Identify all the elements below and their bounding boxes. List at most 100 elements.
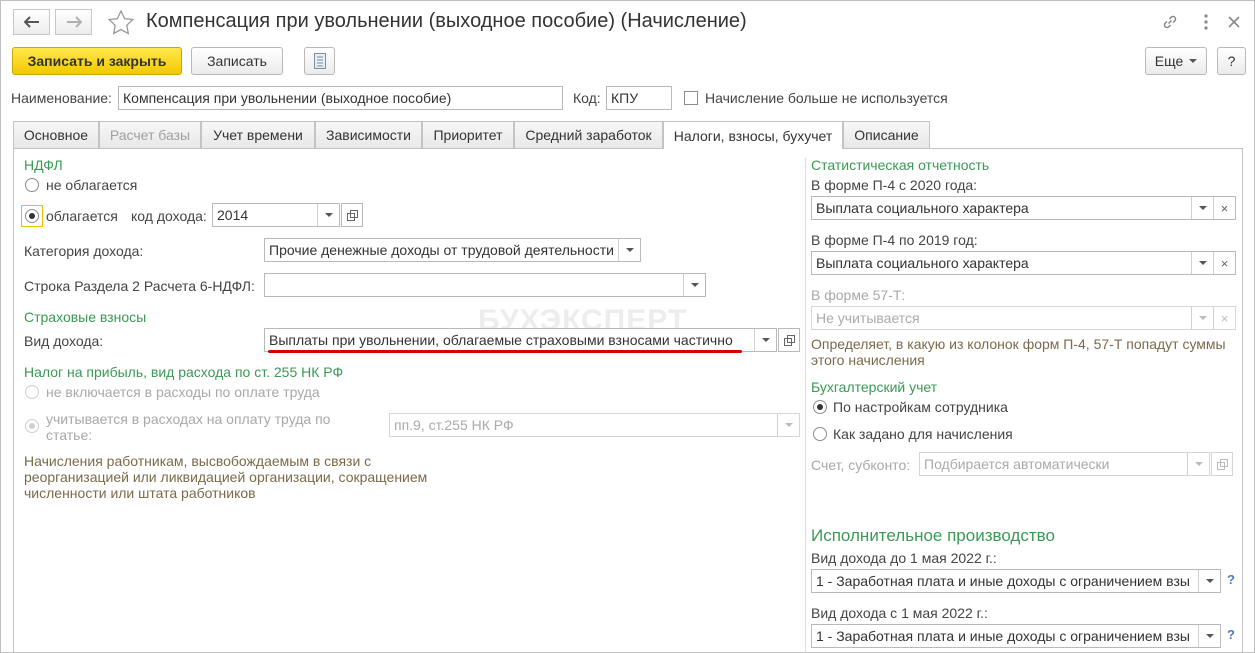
tab-dependencies[interactable]: Зависимости xyxy=(315,121,422,148)
accrual-note-line2: реорганизацией или ликвидацией организац… xyxy=(24,469,428,485)
stat-section-title: Статистическая отчетность xyxy=(811,157,990,173)
tab-description[interactable]: Описание xyxy=(843,121,930,148)
stat-note-line1: Определяет, в какую из колонок форм П-4,… xyxy=(811,336,1226,352)
acc-by-employee-label: По настройкам сотрудника xyxy=(833,399,1008,415)
p4-2019-value: Выплата социального характера xyxy=(816,255,1029,271)
back-button[interactable] xyxy=(13,9,50,35)
tab-taxes[interactable]: Налоги, взносы, бухучет xyxy=(663,121,843,149)
exec-after-help-icon[interactable]: ? xyxy=(1227,627,1235,642)
chevron-down-icon[interactable] xyxy=(1198,570,1220,592)
p4-2020-select[interactable]: Выплата социального характера × xyxy=(811,196,1236,220)
included-label-line1: учитывается в расходах на оплату труда п… xyxy=(46,411,331,427)
chevron-down-icon[interactable] xyxy=(1191,252,1213,274)
save-button[interactable]: Записать xyxy=(191,47,283,75)
income-type-label: Вид дохода: xyxy=(24,333,104,349)
exec-before-select[interactable]: 1 - Заработная плата и иные доходы с огр… xyxy=(811,569,1221,593)
acc-by-employee-radio[interactable] xyxy=(813,400,827,414)
income-code-open-button[interactable] xyxy=(341,203,363,227)
chevron-down-icon[interactable] xyxy=(777,414,799,436)
income-category-select[interactable]: Прочие денежные доходы от трудовой деяте… xyxy=(264,238,641,262)
chevron-down-icon xyxy=(1189,59,1198,63)
tab-time-accounting[interactable]: Учет времени xyxy=(201,121,315,148)
stat-note-line2: этого начисления xyxy=(811,352,925,368)
f57-select[interactable]: Не учитывается × xyxy=(811,306,1236,330)
favorite-star-icon[interactable] xyxy=(107,9,135,40)
income-code-value: 2014 xyxy=(217,207,249,223)
code-label: Код: xyxy=(573,90,601,106)
account-open-button[interactable] xyxy=(1211,452,1233,476)
code-input[interactable]: КПУ xyxy=(606,86,672,110)
exec-before-value: 1 - Заработная плата и иные доходы с огр… xyxy=(816,573,1190,589)
ndfl-taxed-radio[interactable] xyxy=(25,209,39,223)
exec-after-value: 1 - Заработная плата и иные доходы с огр… xyxy=(816,628,1190,644)
open-window-icon xyxy=(1217,459,1228,470)
link-icon[interactable] xyxy=(1160,12,1180,32)
tab-average-earnings[interactable]: Средний заработок xyxy=(514,121,663,148)
income-code-select[interactable]: 2014 xyxy=(212,203,340,227)
accrual-note-line3: численности или штата работников xyxy=(24,485,256,501)
chevron-down-icon[interactable] xyxy=(1191,307,1213,329)
included-radio[interactable] xyxy=(25,419,39,433)
tab-priority[interactable]: Приоритет xyxy=(422,121,514,148)
unused-checkbox[interactable] xyxy=(684,91,698,105)
chevron-down-icon[interactable] xyxy=(754,329,776,351)
tab-base-calc[interactable]: Расчет базы xyxy=(99,121,201,148)
clear-icon[interactable]: × xyxy=(1213,307,1235,329)
open-window-icon xyxy=(784,335,795,346)
line6-label: Строка Раздела 2 Расчета 6-НДФЛ: xyxy=(24,278,255,294)
exec-before-label: Вид дохода до 1 мая 2022 г.: xyxy=(811,550,997,566)
open-window-icon xyxy=(347,210,358,221)
accounting-section-title: Бухгалтерский учет xyxy=(811,379,938,395)
exec-after-select[interactable]: 1 - Заработная плата и иные доходы с огр… xyxy=(811,624,1221,648)
chevron-down-icon[interactable] xyxy=(317,204,339,226)
exec-before-help-icon[interactable]: ? xyxy=(1227,572,1235,587)
line6-select[interactable] xyxy=(264,273,706,297)
income-category-value: Прочие денежные доходы от трудовой деяте… xyxy=(269,242,614,258)
f57-value: Не учитывается xyxy=(816,310,920,326)
ndfl-not-taxed-radio[interactable] xyxy=(25,178,39,192)
income-type-select[interactable]: Выплаты при увольнении, облагаемые страх… xyxy=(264,328,777,352)
chevron-down-icon[interactable] xyxy=(1191,197,1213,219)
more-vertical-icon[interactable] xyxy=(1196,12,1216,32)
more-label: Еще xyxy=(1154,53,1184,69)
name-label: Наименование: xyxy=(11,90,112,106)
clear-icon[interactable]: × xyxy=(1213,197,1235,219)
account-select[interactable]: Подбирается автоматически xyxy=(919,452,1210,476)
more-button[interactable]: Еще xyxy=(1145,47,1207,75)
name-input[interactable]: Компенсация при увольнении (выходное пос… xyxy=(118,86,563,110)
close-icon[interactable] xyxy=(1224,12,1244,32)
not-included-label: не включается в расходы по оплате труда xyxy=(46,384,320,400)
arrow-left-icon xyxy=(23,16,39,28)
red-underline-highlight xyxy=(268,350,742,353)
account-placeholder: Подбирается автоматически xyxy=(924,456,1110,472)
exec-section-title: Исполнительное производство xyxy=(811,526,1055,545)
help-button[interactable]: ? xyxy=(1217,47,1246,75)
forward-button[interactable] xyxy=(55,9,92,35)
article-value: пп.9, ст.255 НК РФ xyxy=(394,417,514,433)
exec-after-label: Вид дохода с 1 мая 2022 г.: xyxy=(811,605,988,621)
ndfl-not-taxed-label: не облагается xyxy=(46,177,138,193)
chevron-down-icon[interactable] xyxy=(683,274,705,296)
not-included-radio[interactable] xyxy=(25,385,39,399)
p4-2020-value: Выплата социального характера xyxy=(816,200,1029,216)
article-select[interactable]: пп.9, ст.255 НК РФ xyxy=(389,413,800,437)
included-label-line2: статье: xyxy=(46,427,93,443)
save-and-close-button[interactable]: Записать и закрыть xyxy=(12,47,182,75)
p4-2019-select[interactable]: Выплата социального характера × xyxy=(811,251,1236,275)
chevron-down-icon[interactable] xyxy=(618,239,640,261)
clear-icon[interactable]: × xyxy=(1213,252,1235,274)
chevron-down-icon[interactable] xyxy=(1198,625,1220,647)
arrow-right-icon xyxy=(66,16,82,28)
unused-label: Начисление больше не используется xyxy=(705,90,948,106)
p4-2020-label: В форме П-4 с 2020 года: xyxy=(811,177,978,193)
income-type-value: Выплаты при увольнении, облагаемые страх… xyxy=(269,332,733,348)
chevron-down-icon[interactable] xyxy=(1187,453,1209,475)
insurance-section-title: Страховые взносы xyxy=(24,309,147,325)
report-button[interactable] xyxy=(304,47,335,75)
account-label: Счет, субконто: xyxy=(811,457,911,473)
tab-main[interactable]: Основное xyxy=(13,121,99,148)
profit-tax-section-title: Налог на прибыль, вид расхода по ст. 255… xyxy=(24,364,344,380)
income-type-open-button[interactable] xyxy=(778,328,800,352)
acc-as-set-radio[interactable] xyxy=(813,427,827,441)
income-code-label: код дохода: xyxy=(131,208,207,224)
